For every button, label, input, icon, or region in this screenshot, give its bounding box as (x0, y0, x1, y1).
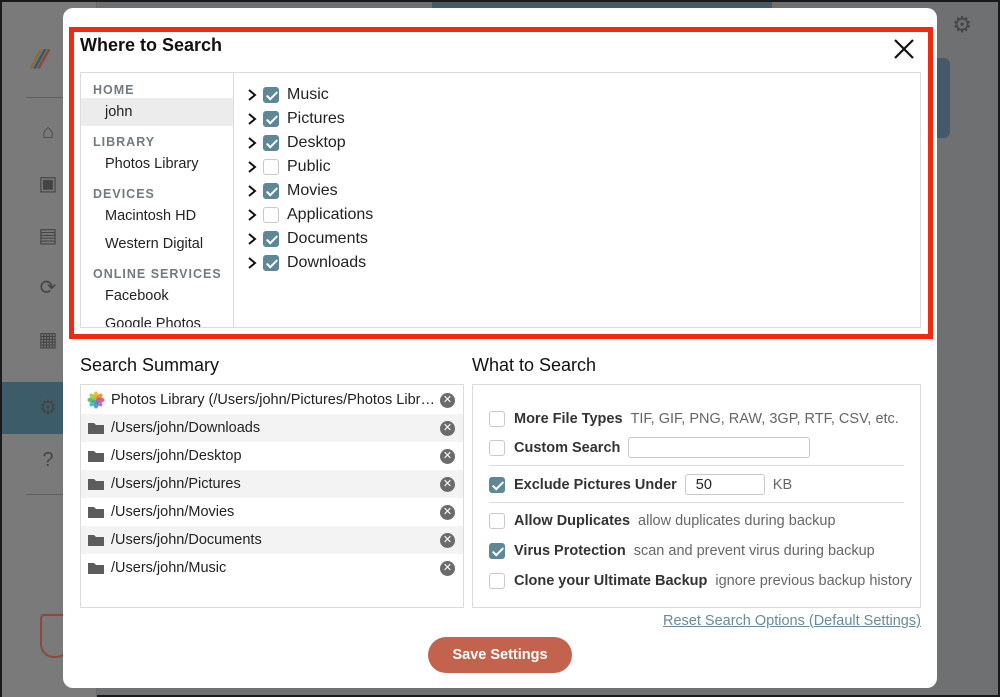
option-label: Custom Search (514, 439, 621, 456)
summary-path: /Users/john/Documents (111, 532, 262, 548)
option-exclude-pictures: Exclude Pictures Under KB (489, 474, 792, 495)
settings-icon[interactable]: ⚙ (36, 396, 60, 420)
option-more-file-types: More File Types TIF, GIF, PNG, RAW, 3GP,… (489, 411, 899, 427)
what-to-search-title: What to Search (472, 355, 597, 375)
folder-icon (88, 479, 104, 490)
save-settings-button[interactable]: Save Settings (428, 637, 572, 673)
option-description: allow duplicates during backup (638, 513, 836, 529)
summary-path: /Users/john/Music (111, 560, 227, 576)
summary-row: /Users/john/Music ✕ (81, 554, 463, 582)
calendar-icon[interactable]: ▦ (36, 328, 60, 352)
gear-icon[interactable]: ⚙ (952, 12, 972, 38)
summary-path: /Users/john/Desktop (111, 448, 242, 464)
summary-row: /Users/john/Documents ✕ (81, 526, 463, 554)
clone-backup-checkbox[interactable] (489, 573, 505, 589)
exclude-size-input[interactable] (684, 474, 765, 495)
custom-search-checkbox[interactable] (489, 439, 505, 456)
virus-protection-checkbox[interactable] (489, 543, 505, 559)
chart-icon[interactable]: ▤ (36, 224, 60, 248)
size-unit: KB (772, 476, 793, 493)
more-file-types-checkbox[interactable] (489, 411, 505, 427)
custom-search-input[interactable] (628, 437, 811, 458)
folder-icon (88, 535, 104, 546)
remove-icon[interactable]: ✕ (440, 505, 455, 520)
sync-icon[interactable]: ⟳ (36, 276, 60, 300)
photos-app-icon (87, 391, 105, 409)
remove-icon[interactable]: ✕ (440, 561, 455, 576)
highlight-frame (69, 27, 933, 339)
search-summary-title: Search Summary (80, 355, 220, 375)
folder-icon (88, 563, 104, 574)
exclude-pictures-checkbox[interactable] (489, 476, 505, 493)
allow-duplicates-checkbox[interactable] (489, 513, 505, 529)
option-allow-duplicates: Allow Duplicates allow duplicates during… (489, 513, 836, 529)
option-custom-search: Custom Search (489, 437, 811, 458)
summary-row: Photos Library (/Users/john/Pictures/Pho… (81, 386, 463, 414)
summary-row: /Users/john/Pictures ✕ (81, 470, 463, 498)
option-description: scan and prevent virus during backup (633, 543, 875, 559)
search-summary-list: Photos Library (/Users/john/Pictures/Pho… (80, 384, 464, 608)
summary-row: /Users/john/Movies ✕ (81, 498, 463, 526)
option-label: Exclude Pictures Under (514, 476, 677, 493)
remove-icon[interactable]: ✕ (440, 393, 455, 408)
remove-icon[interactable]: ✕ (440, 533, 455, 548)
option-label: More File Types (514, 411, 623, 427)
option-label: Virus Protection (514, 543, 626, 559)
folder-icon (88, 451, 104, 462)
summary-path: /Users/john/Downloads (111, 420, 261, 436)
summary-row: /Users/john/Downloads ✕ (81, 414, 463, 442)
summary-path: /Users/john/Pictures (111, 476, 241, 492)
summary-path: Photos Library (/Users/john/Pictures/Pho… (111, 392, 439, 408)
option-label: Allow Duplicates (514, 513, 631, 529)
summary-row: /Users/john/Desktop ✕ (81, 442, 463, 470)
option-label: Clone your Ultimate Backup (514, 573, 708, 589)
option-description: ignore previous backup history (715, 573, 913, 589)
divider (489, 502, 904, 503)
what-to-search-panel: More File Types TIF, GIF, PNG, RAW, 3GP,… (472, 384, 921, 608)
app-logo: /// (26, 44, 51, 74)
remove-icon[interactable]: ✕ (440, 477, 455, 492)
option-virus-protection: Virus Protection scan and prevent virus … (489, 543, 875, 559)
folder-icon (88, 423, 104, 434)
device-icon[interactable]: ▣ (36, 172, 60, 196)
option-description: TIF, GIF, PNG, RAW, 3GP, RTF, CSV, etc. (630, 411, 899, 427)
divider (489, 465, 904, 466)
reset-search-options-link[interactable]: Reset Search Options (Default Settings) (663, 613, 921, 629)
remove-icon[interactable]: ✕ (440, 421, 455, 436)
folder-icon (88, 507, 104, 518)
summary-path: /Users/john/Movies (111, 504, 235, 520)
option-clone-backup: Clone your Ultimate Backup ignore previo… (489, 573, 912, 589)
home-icon[interactable]: ⌂ (36, 120, 60, 144)
help-icon[interactable]: ? (36, 448, 60, 472)
remove-icon[interactable]: ✕ (440, 449, 455, 464)
